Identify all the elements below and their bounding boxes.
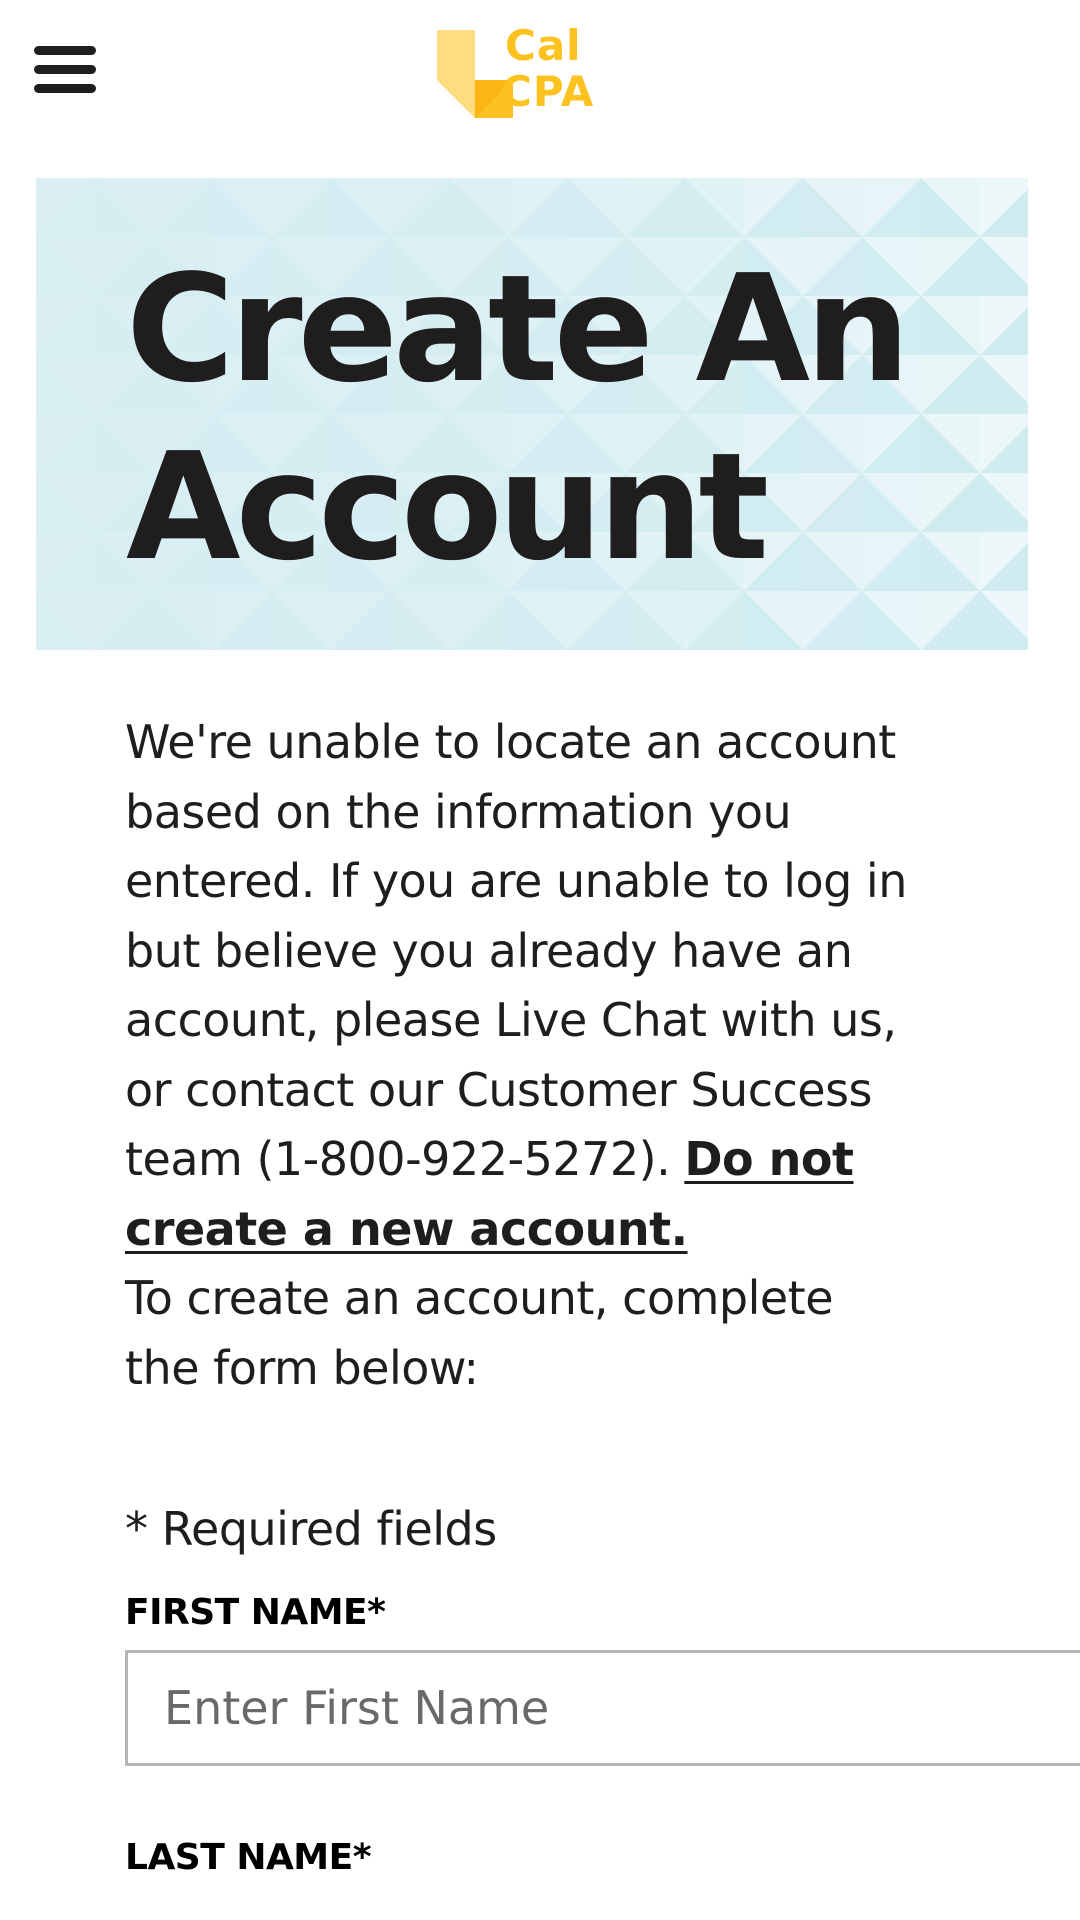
logo-text-cpa: CPA bbox=[501, 67, 595, 116]
menu-bar-middle bbox=[34, 65, 96, 74]
create-account-page: Cal CPA Create An Account We're unable t… bbox=[0, 0, 1080, 1920]
account-not-found-text: We're unable to locate an account based … bbox=[125, 715, 907, 1186]
account-notice: We're unable to locate an account based … bbox=[125, 708, 915, 1403]
last-name-label: LAST NAME* bbox=[125, 1837, 372, 1878]
first-name-input[interactable] bbox=[125, 1650, 1080, 1766]
calcpa-logo[interactable]: Cal CPA bbox=[435, 20, 655, 130]
required-fields-note: * Required fields bbox=[125, 1502, 497, 1556]
page-title-line-2: Account bbox=[126, 421, 769, 593]
hamburger-menu-icon[interactable] bbox=[34, 46, 96, 94]
form-instruction: To create an account, complete the form … bbox=[125, 1271, 834, 1395]
menu-bar-bottom bbox=[34, 84, 96, 93]
first-name-label: FIRST NAME* bbox=[125, 1592, 386, 1633]
menu-bar-top bbox=[34, 46, 96, 55]
hero-banner: Create An Account bbox=[36, 178, 1028, 650]
page-title-line-1: Create An bbox=[126, 243, 910, 415]
page-title: Create An Account bbox=[126, 240, 986, 596]
account-not-found-message: We're unable to locate an account based … bbox=[125, 708, 915, 1264]
logo-text-cal: Cal bbox=[505, 21, 582, 70]
